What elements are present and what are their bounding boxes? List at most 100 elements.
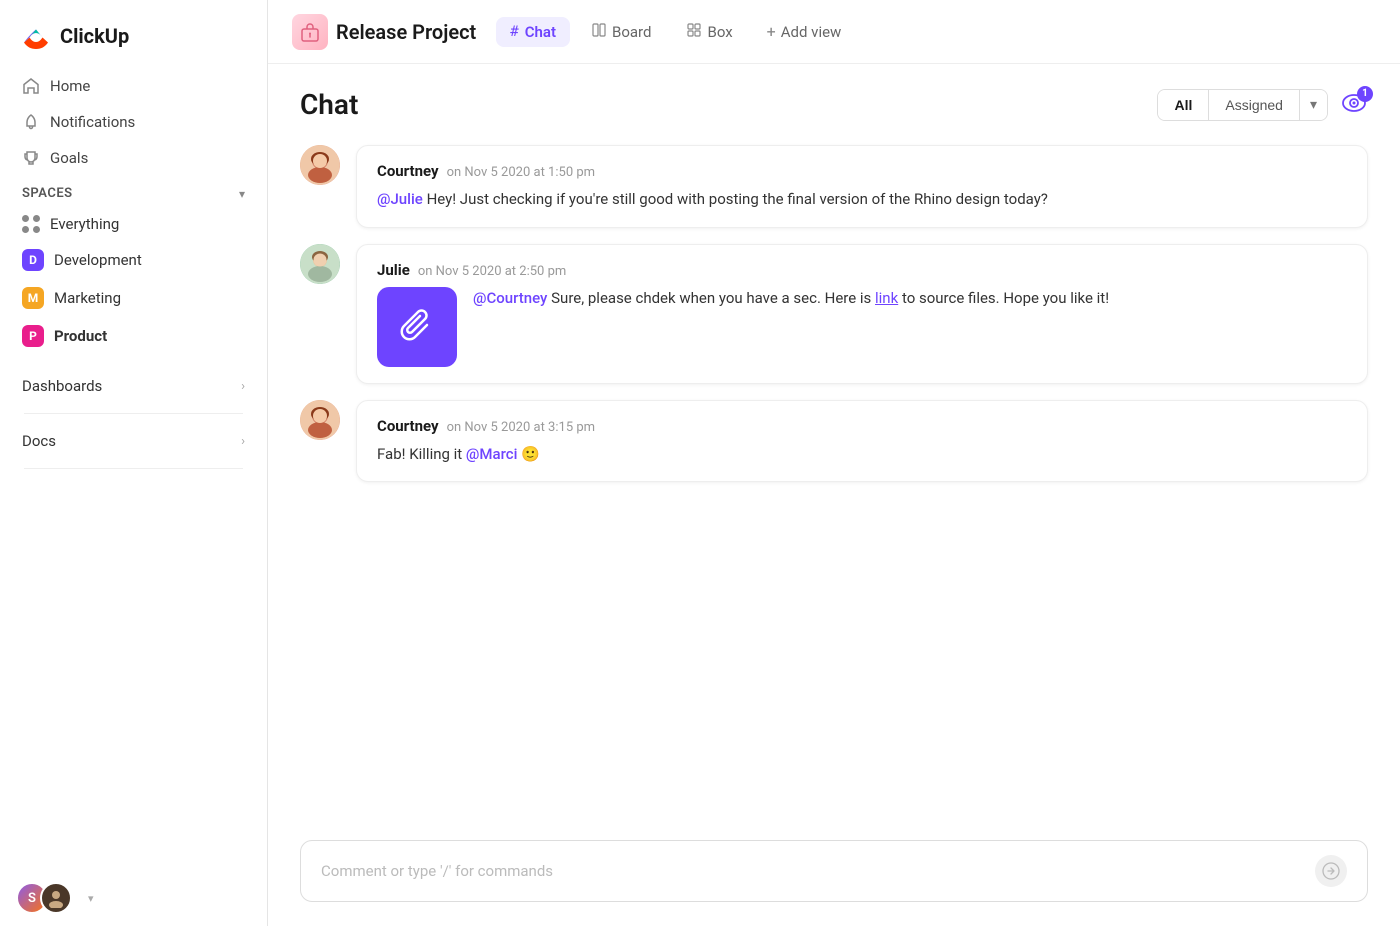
chat-title: Chat (300, 88, 358, 121)
message-content-2b: to source files. Hope you like it! (902, 289, 1109, 307)
chat-tab-icon: # (510, 24, 518, 40)
send-icon[interactable] (1315, 855, 1347, 887)
message-content-3a: Fab! Killing it (377, 445, 466, 463)
avatar-julie (300, 244, 340, 284)
watch-badge: 1 (1357, 86, 1373, 102)
tab-chat[interactable]: # Chat (496, 17, 570, 47)
avatar-courtney (300, 145, 340, 185)
spaces-header[interactable]: Spaces ▾ (12, 176, 255, 207)
message-time-3: on Nov 5 2020 at 3:15 pm (447, 420, 595, 435)
tab-box-label: Box (707, 23, 732, 41)
message-author-3: Courtney (377, 417, 439, 435)
sidebar-item-product-label: Product (54, 327, 107, 345)
filter-group: All Assigned ▾ (1157, 89, 1328, 121)
avatar-user-2 (40, 882, 72, 914)
sidebar-item-development-label: Development (54, 251, 142, 269)
sidebar-item-marketing[interactable]: M Marketing (12, 279, 255, 317)
chat-header: Chat All Assigned ▾ 1 (268, 64, 1400, 137)
spaces-label: Spaces (22, 186, 73, 201)
mention-julie: @Julie (377, 190, 423, 208)
message-text-2: @Courtney Sure, please chdek when you ha… (473, 287, 1109, 310)
sidebar-item-product[interactable]: P Product (12, 317, 255, 355)
add-view-button[interactable]: + Add view (755, 16, 854, 47)
sidebar-item-everything-label: Everything (50, 215, 119, 233)
comment-placeholder: Comment or type '/' for commands (321, 862, 553, 880)
comment-input-box[interactable]: Comment or type '/' for commands (300, 840, 1368, 902)
everything-icon (22, 215, 40, 233)
sidebar-item-development[interactable]: D Development (12, 241, 255, 279)
sidebar-item-goals[interactable]: Goals (12, 140, 255, 176)
attachment-preview: @Courtney Sure, please chdek when you ha… (377, 287, 1347, 367)
message-meta-2: Julie on Nov 5 2020 at 2:50 pm (377, 261, 1347, 279)
user-area-chevron-icon: ▾ (88, 892, 94, 905)
avatar-stack: S (16, 882, 72, 914)
box-tab-icon (687, 23, 701, 41)
sidebar-item-everything[interactable]: Everything (12, 207, 255, 241)
topbar: Release Project # Chat Board Box + Add v… (268, 0, 1400, 64)
filter-all-button[interactable]: All (1158, 90, 1209, 120)
add-view-label: Add view (781, 23, 842, 41)
tab-board[interactable]: Board (578, 17, 665, 47)
development-badge: D (22, 249, 44, 271)
divider-2 (24, 468, 243, 469)
filter-dropdown-button[interactable]: ▾ (1300, 90, 1327, 120)
sidebar-item-home[interactable]: Home (12, 68, 255, 104)
avatar-courtney-2 (300, 400, 340, 440)
message-content-1: Hey! Just checking if you're still good … (427, 190, 1048, 208)
tab-board-label: Board (612, 23, 651, 41)
message-meta-1: Courtney on Nov 5 2020 at 1:50 pm (377, 162, 1347, 180)
marketing-badge: M (22, 287, 44, 309)
chat-area: Chat All Assigned ▾ 1 (268, 64, 1400, 926)
message-bubble-2: Julie on Nov 5 2020 at 2:50 pm @Courtney… (356, 244, 1368, 384)
paperclip-icon (399, 309, 435, 345)
user-area[interactable]: S ▾ (0, 870, 267, 926)
docs-chevron-icon: › (241, 434, 245, 449)
logo-text: ClickUp (60, 24, 129, 48)
dashboards-label: Dashboards (22, 377, 102, 395)
divider-1 (24, 413, 243, 414)
sidebar-item-dashboards[interactable]: Dashboards › (12, 367, 255, 405)
logo-area[interactable]: ClickUp (0, 0, 267, 68)
sidebar-item-notifications[interactable]: Notifications (12, 104, 255, 140)
sidebar: ClickUp Home Notifications Goals Spaces (0, 0, 268, 926)
message-content-3b: 🙂 (521, 445, 540, 463)
sidebar-item-home-label: Home (50, 77, 90, 95)
filter-assigned-button[interactable]: Assigned (1209, 90, 1300, 120)
collapsibles-group: Dashboards › Docs › (12, 367, 255, 469)
tab-chat-label: Chat (525, 23, 556, 41)
bell-icon (22, 113, 40, 131)
sidebar-item-docs[interactable]: Docs › (12, 422, 255, 460)
message-row: Courtney on Nov 5 2020 at 1:50 pm @Julie… (300, 145, 1368, 228)
message-text-3: Fab! Killing it @Marci 🙂 (377, 443, 1347, 466)
message-content-2a: Sure, please chdek when you have a sec. … (551, 289, 875, 307)
chat-header-right: All Assigned ▾ 1 (1157, 89, 1368, 121)
dashboards-chevron-icon: › (241, 379, 245, 394)
product-badge: P (22, 325, 44, 347)
mention-courtney: @Courtney (473, 289, 547, 307)
message-time-1: on Nov 5 2020 at 1:50 pm (447, 165, 595, 180)
filter-dropdown-chevron-icon: ▾ (1310, 97, 1317, 113)
message-bubble-1: Courtney on Nov 5 2020 at 1:50 pm @Julie… (356, 145, 1368, 228)
watch-icon-wrapper[interactable]: 1 (1340, 91, 1368, 119)
message-text-1: @Julie Hey! Just checking if you're stil… (377, 188, 1347, 211)
home-icon (22, 77, 40, 95)
sidebar-item-goals-label: Goals (50, 149, 88, 167)
message-meta-3: Courtney on Nov 5 2020 at 3:15 pm (377, 417, 1347, 435)
message-row: Julie on Nov 5 2020 at 2:50 pm @Courtney… (300, 244, 1368, 384)
messages-list: Courtney on Nov 5 2020 at 1:50 pm @Julie… (268, 137, 1400, 824)
trophy-icon (22, 149, 40, 167)
docs-label: Docs (22, 432, 56, 450)
add-icon: + (767, 22, 776, 41)
message-row: Courtney on Nov 5 2020 at 3:15 pm Fab! K… (300, 400, 1368, 483)
main-content: Release Project # Chat Board Box + Add v… (268, 0, 1400, 926)
sidebar-nav: Home Notifications Goals Spaces ▾ (0, 68, 267, 870)
link-source-files[interactable]: link (875, 289, 898, 307)
spaces-chevron-icon: ▾ (239, 187, 245, 201)
message-bubble-3: Courtney on Nov 5 2020 at 3:15 pm Fab! K… (356, 400, 1368, 483)
message-author-1: Courtney (377, 162, 439, 180)
tab-box[interactable]: Box (673, 17, 746, 47)
board-tab-icon (592, 23, 606, 41)
attachment-icon[interactable] (377, 287, 457, 367)
message-time-2: on Nov 5 2020 at 2:50 pm (418, 264, 566, 279)
message-author-2: Julie (377, 261, 410, 279)
